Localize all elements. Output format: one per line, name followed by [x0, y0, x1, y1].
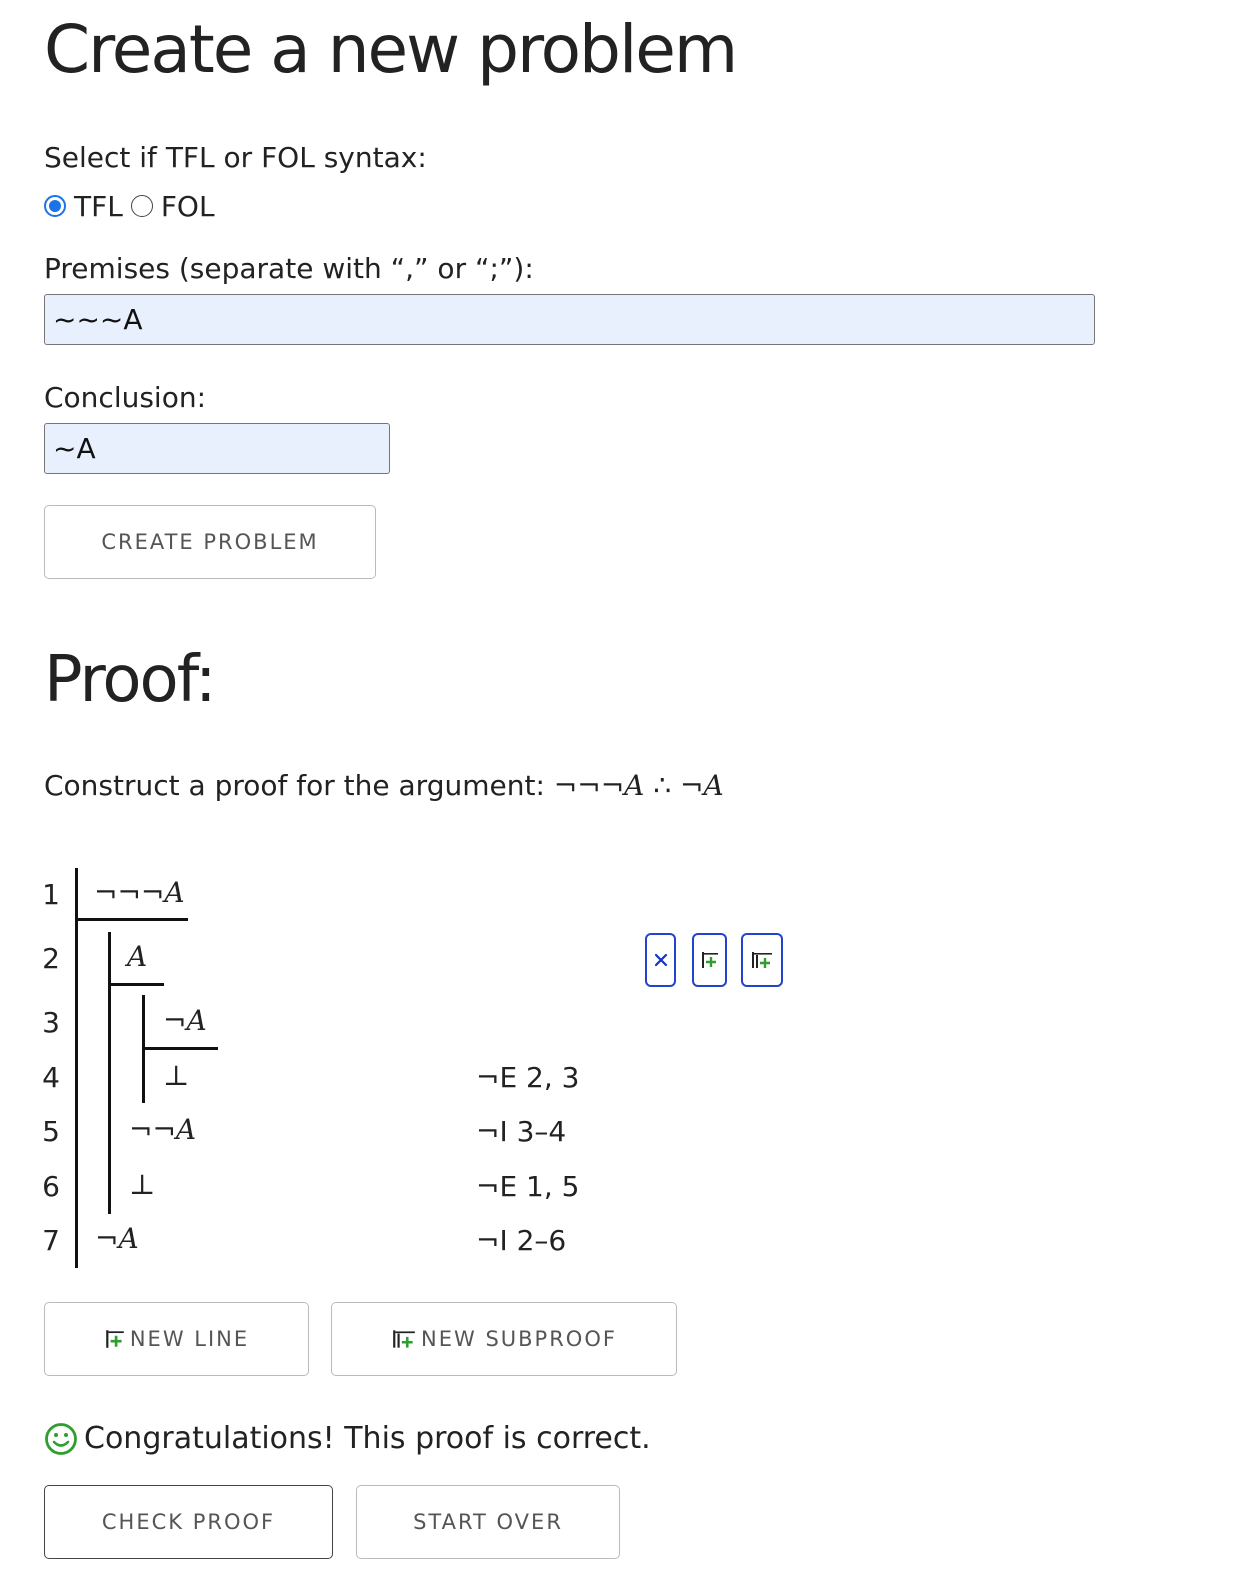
premise-divider	[75, 918, 188, 921]
insert-line-button[interactable]	[692, 933, 727, 987]
conclusion-label: Conclusion:	[44, 381, 207, 414]
insert-line-icon	[701, 952, 718, 968]
proof-formula[interactable]: ⊥	[163, 1059, 189, 1092]
new-subproof-button[interactable]: New subproof	[331, 1302, 677, 1376]
proof-formula[interactable]: ¬¬¬A	[94, 876, 185, 909]
result-message: Congratulations! This proof is correct.	[44, 1418, 651, 1460]
insert-subproof-icon	[752, 952, 772, 968]
premises-label: Premises (separate with “,” or “;”):	[44, 252, 534, 285]
proof-justification[interactable]: ¬E 1, 5	[476, 1170, 579, 1203]
conclusion-input[interactable]	[44, 423, 390, 474]
premises-input[interactable]	[44, 294, 1095, 345]
proof-justification[interactable]: ¬E 2, 3	[476, 1061, 579, 1094]
proof-justification[interactable]: ¬I 2–6	[476, 1224, 566, 1257]
subproof-bar-1	[108, 932, 111, 1214]
proof-justification[interactable]: ¬I 3–4	[476, 1115, 566, 1148]
assumption-divider-1	[108, 983, 164, 986]
proof-formula[interactable]: A	[127, 940, 147, 973]
proof-formula[interactable]: ⊥	[129, 1168, 155, 1201]
insert-subproof-button[interactable]	[741, 933, 783, 987]
assumption-divider-2	[142, 1047, 218, 1050]
proof-formula[interactable]: ¬A	[163, 1004, 207, 1037]
proof-instruction: Construct a proof for the argument: ¬¬¬A…	[44, 766, 724, 806]
argument-conclusion: ¬A	[680, 769, 724, 802]
proof-heading: Proof:	[44, 643, 216, 717]
line-number: 2	[42, 942, 60, 975]
check-proof-button[interactable]: Check proof	[44, 1485, 333, 1559]
line-number: 4	[42, 1061, 60, 1094]
radio-tfl[interactable]	[44, 195, 66, 217]
smiley-icon	[45, 1423, 77, 1455]
new-line-button[interactable]: New line	[44, 1302, 309, 1376]
proof-formula[interactable]: ¬¬A	[129, 1113, 196, 1146]
syntax-label: Select if TFL or FOL syntax:	[44, 141, 427, 174]
start-over-button[interactable]: Start over	[356, 1485, 620, 1559]
proof-main-bar	[75, 868, 78, 1268]
delete-line-icon	[654, 953, 667, 967]
line-number: 5	[42, 1115, 60, 1148]
instruction-text: Construct a proof for the argument:	[44, 769, 554, 802]
syntax-radio-group: TFL FOL	[44, 186, 223, 226]
line-number: 6	[42, 1170, 60, 1203]
line-number: 7	[42, 1224, 60, 1257]
insert-line-icon	[106, 1330, 124, 1348]
new-line-label: New line	[129, 1327, 250, 1351]
create-problem-button[interactable]: Create problem	[44, 505, 376, 579]
page-title: Create a new problem	[44, 11, 738, 88]
argument-premise: ¬¬¬A	[553, 769, 645, 802]
line-number: 1	[42, 878, 60, 911]
insert-subproof-icon	[393, 1330, 415, 1348]
proof-formula[interactable]: ¬A	[95, 1222, 139, 1255]
result-text: Congratulations! This proof is correct.	[84, 1421, 651, 1456]
radio-fol-label[interactable]: FOL	[161, 190, 215, 223]
therefore-symbol: ∴	[653, 769, 672, 802]
delete-line-button[interactable]	[645, 933, 676, 987]
line-number: 3	[42, 1006, 60, 1039]
new-subproof-label: New subproof	[421, 1327, 617, 1351]
radio-tfl-label[interactable]: TFL	[74, 190, 123, 223]
radio-fol[interactable]	[130, 195, 153, 217]
